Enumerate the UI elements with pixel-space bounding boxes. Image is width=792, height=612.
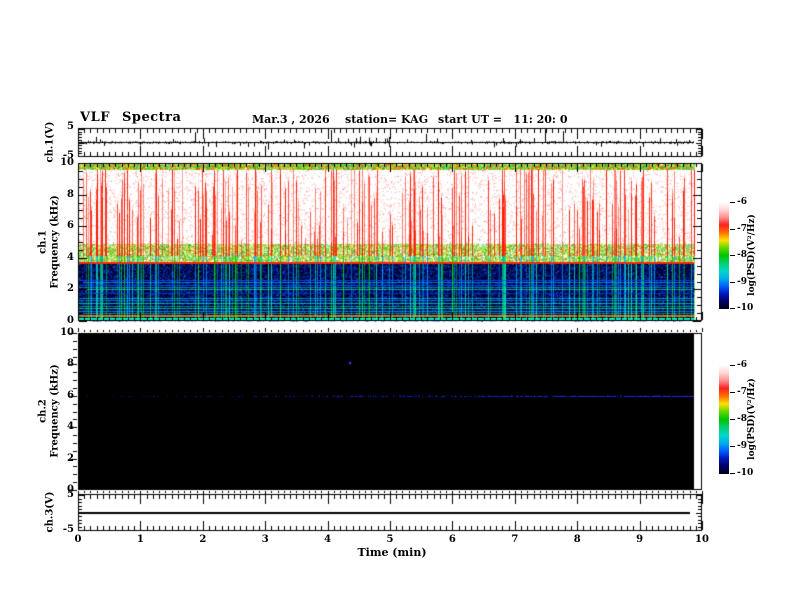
colorbar-tick [730,202,735,203]
colorbar-tick-label: -10 [737,303,754,313]
colorbar-tick [730,255,735,256]
time-tick-label: 2 [199,534,207,545]
ch3-wave-ytick-label: 5 [67,489,74,500]
time-tick-label: 3 [261,534,269,545]
colorbar-tick-label: -7 [737,387,747,397]
ch2-spec-ytick-label: 6 [67,390,74,401]
colorbar-tick-label: -7 [737,224,747,234]
colorbar-tick-label: -6 [737,197,747,207]
ch1-spec-ytick-label: 8 [67,189,74,200]
colorbar-tick-label: -9 [737,277,747,287]
time-tick-label: 9 [636,534,644,545]
ch1-spec-ytick-label: 4 [67,252,74,263]
time-tick-label: 7 [511,534,519,545]
figure-date: Mar.3 , 2026 [252,113,330,126]
vlf-spectra-figure: VLF Spectra Mar.3 , 2026 station= KAG st… [0,0,792,612]
colorbar-tick [730,473,735,474]
figure-station: station= KAG [345,113,429,126]
ch1-spec-ytick-label: 2 [67,283,74,294]
time-tick-label: 0 [74,534,82,545]
ch1-spec-ytick-label: 6 [67,220,74,231]
colorbar-ch1-label: log(PSD)(V²/Hz) [747,214,757,296]
colorbar-tick [730,282,735,283]
colorbar-tick [730,229,735,230]
ch2-spec-axis-label-line2: Frequency (kHz) [49,364,61,458]
ch1-wave-ytick-label: 5 [67,121,74,132]
ch1-spec-axis-label-line1: ch.1 [37,230,49,254]
colorbar-tick [730,365,735,366]
ch1-spec-ytick-label: 10 [60,157,74,168]
ch2-spec-ytick-label: 10 [60,327,74,338]
time-tick-label: 5 [386,534,394,545]
ch2-spec-axis-label-line1: ch.2 [37,399,49,423]
colorbar-tick [730,308,735,309]
ch2-spec-ytick-label: 2 [67,453,74,464]
colorbar-tick [730,419,735,420]
time-tick-label: 1 [136,534,144,545]
colorbar-ch1 [719,202,729,309]
time-tick-label: 8 [573,534,581,545]
colorbar-tick-label: -8 [737,414,747,424]
colorbar-tick-label: -6 [737,360,747,370]
ch1-spec-axis-label-line2: Frequency (kHz) [49,195,61,289]
time-tick-label: 6 [448,534,456,545]
colorbar-ch2 [719,365,729,474]
plot-canvas [0,0,792,612]
ch2-spec-ytick-label: 4 [67,421,74,432]
time-tick-label: 10 [695,534,709,545]
colorbar-tick-label: -8 [737,250,747,260]
time-axis-label: Time (min) [357,546,427,559]
colorbar-tick [730,392,735,393]
figure-start-ut: start UT = 11: 20: 0 [438,113,568,126]
colorbar-tick [730,446,735,447]
figure-title: VLF Spectra [80,110,182,125]
colorbar-tick-label: -10 [737,468,754,478]
colorbar-ch2-label: log(PSD)(V²/Hz) [747,378,757,460]
ch1-spec-ytick-label: 0 [67,315,74,326]
colorbar-tick-label: -9 [737,441,747,451]
ch2-spec-ytick-label: 8 [67,358,74,369]
time-tick-label: 4 [324,534,332,545]
